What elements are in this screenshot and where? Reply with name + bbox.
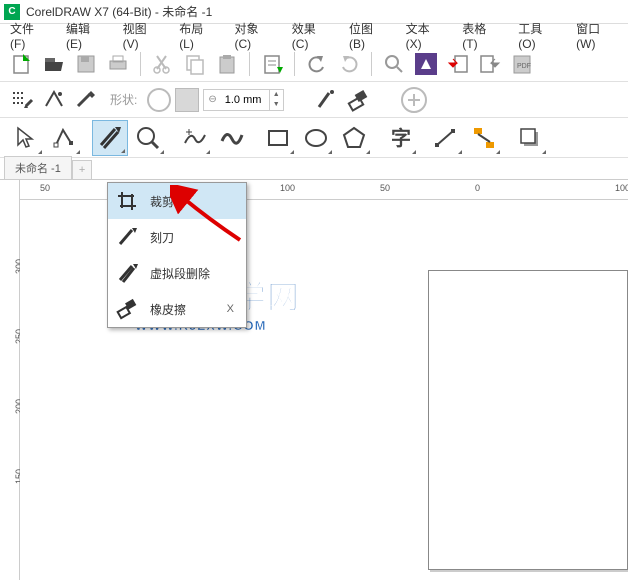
- menu-effects[interactable]: 效果(C): [284, 18, 339, 53]
- separator: [140, 52, 141, 76]
- ruler-tick: 50: [380, 183, 390, 193]
- svg-text:字: 字: [391, 126, 411, 150]
- menu-file[interactable]: 文件(F): [2, 18, 56, 53]
- freehand-tool[interactable]: [176, 120, 212, 156]
- stroke-width-value[interactable]: [221, 94, 269, 106]
- menu-tools[interactable]: 工具(O): [510, 18, 566, 53]
- pick-tool[interactable]: [8, 120, 44, 156]
- flyout-shortcut: X: [227, 303, 234, 315]
- separator: [371, 52, 372, 76]
- svg-text:PDF: PDF: [517, 63, 531, 70]
- crop-tool[interactable]: [92, 120, 128, 156]
- standard-toolbar: PDF: [0, 46, 628, 82]
- menu-table[interactable]: 表格(T): [454, 18, 508, 53]
- stroke-width-input[interactable]: ⊖ ▲▼: [203, 89, 283, 111]
- square-cap-button[interactable]: [175, 88, 199, 112]
- pdf-button[interactable]: PDF: [508, 50, 536, 78]
- connector-tool[interactable]: [466, 120, 502, 156]
- redo-button[interactable]: [335, 50, 363, 78]
- import-button[interactable]: [476, 50, 504, 78]
- toolbox-bar: 字: [0, 118, 628, 158]
- launch-button[interactable]: [412, 50, 440, 78]
- flyout-virtual-segment[interactable]: 虚拟段删除: [108, 255, 246, 291]
- zoom-tool[interactable]: [130, 120, 166, 156]
- eraser-tool-button[interactable]: [344, 86, 372, 114]
- flyout-label: 橡皮擦: [150, 301, 217, 318]
- flyout-label: 虚拟段删除: [150, 265, 240, 282]
- vertical-ruler: 300 250 200 150: [0, 180, 20, 580]
- workspace: 50 0 100 50 0 100 300 250 200 150: [0, 180, 628, 580]
- crop-tool-flyout: 裁剪 刻刀 虚拟段删除 橡皮擦 X: [107, 182, 247, 328]
- flyout-label: 裁剪: [150, 193, 240, 210]
- flyout-label: 刻刀: [150, 229, 240, 246]
- menu-window[interactable]: 窗口(W): [568, 18, 626, 53]
- save-button[interactable]: [72, 50, 100, 78]
- document-tabs: 未命名 -1 +: [0, 158, 628, 180]
- menu-layout[interactable]: 布局(L): [171, 18, 224, 53]
- separator: [294, 52, 295, 76]
- brush-button[interactable]: [72, 86, 100, 114]
- clipboard-button[interactable]: [258, 50, 286, 78]
- menu-text[interactable]: 文本(X): [398, 18, 453, 53]
- menu-view[interactable]: 视图(V): [115, 18, 170, 53]
- menu-bitmap[interactable]: 位图(B): [341, 18, 396, 53]
- round-cap-button[interactable]: [147, 88, 171, 112]
- zoom-add-button[interactable]: [400, 86, 428, 114]
- ruler-tick: 100: [280, 183, 295, 193]
- add-tab-button[interactable]: +: [72, 160, 92, 179]
- separator: [249, 52, 250, 76]
- print-button[interactable]: [104, 50, 132, 78]
- flyout-knife[interactable]: 刻刀: [108, 219, 246, 255]
- rectangle-tool[interactable]: [260, 120, 296, 156]
- spin-up[interactable]: ▲: [269, 90, 283, 100]
- dimension-tool[interactable]: [428, 120, 464, 156]
- shape-label: 形状:: [110, 91, 137, 108]
- text-tool[interactable]: 字: [382, 120, 418, 156]
- artistic-media-tool[interactable]: [214, 120, 250, 156]
- ruler-tick: 0: [475, 183, 480, 193]
- polygon-tool[interactable]: [336, 120, 372, 156]
- ellipse-tool[interactable]: [298, 120, 334, 156]
- knife-icon: [114, 224, 140, 250]
- shape-tool[interactable]: [46, 120, 82, 156]
- crop-icon: [114, 188, 140, 214]
- flyout-crop[interactable]: 裁剪: [108, 183, 246, 219]
- shape-button[interactable]: [40, 86, 68, 114]
- ruler-tick: 100: [615, 183, 628, 193]
- pen-tool-button[interactable]: [312, 86, 340, 114]
- menu-edit[interactable]: 编辑(E): [58, 18, 113, 53]
- ruler-tick: 50: [40, 183, 50, 193]
- page-boundary: [428, 270, 628, 570]
- dropshadow-tool[interactable]: [512, 120, 548, 156]
- eraser-icon: [114, 296, 140, 322]
- undo-button[interactable]: [303, 50, 331, 78]
- menu-bar: 文件(F) 编辑(E) 视图(V) 布局(L) 对象(C) 效果(C) 位图(B…: [0, 24, 628, 46]
- copy-button[interactable]: [181, 50, 209, 78]
- search-button[interactable]: [380, 50, 408, 78]
- spin-down[interactable]: ▼: [269, 100, 283, 110]
- virtual-segment-icon: [114, 260, 140, 286]
- property-bar: 形状: ⊖ ▲▼: [0, 82, 628, 118]
- flyout-eraser[interactable]: 橡皮擦 X: [108, 291, 246, 327]
- presets-button[interactable]: [8, 86, 36, 114]
- export-button[interactable]: [444, 50, 472, 78]
- paste-button[interactable]: [213, 50, 241, 78]
- minus-icon: ⊖: [204, 94, 220, 105]
- open-button[interactable]: [40, 50, 68, 78]
- cut-button[interactable]: [149, 50, 177, 78]
- menu-object[interactable]: 对象(C): [227, 18, 282, 53]
- new-button[interactable]: [8, 50, 36, 78]
- document-tab[interactable]: 未命名 -1: [4, 156, 72, 179]
